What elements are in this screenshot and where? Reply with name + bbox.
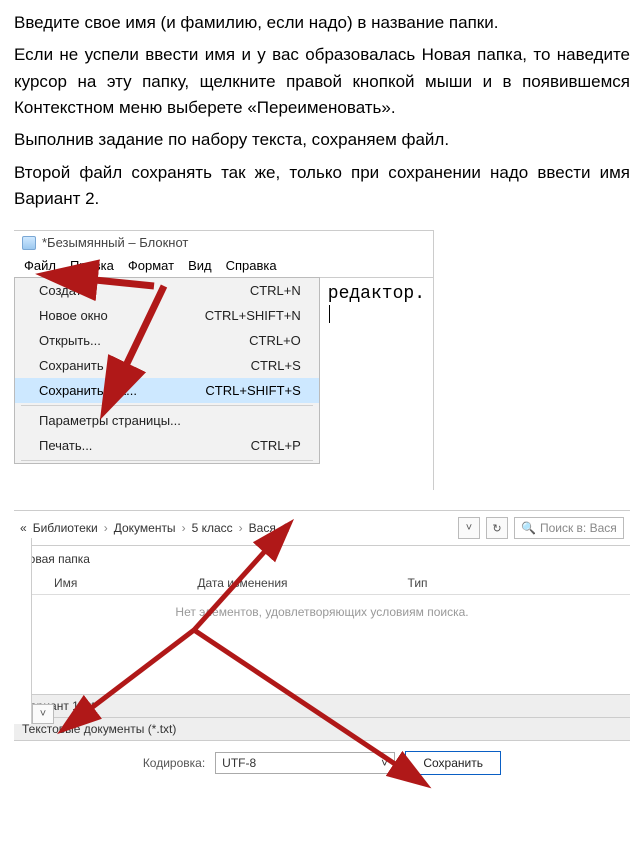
filetype-field[interactable]: Текстовые документы (*.txt) xyxy=(14,718,630,741)
crumb-docs[interactable]: Документы xyxy=(114,521,176,535)
menu-item-open[interactable]: Открыть... CTRL+O xyxy=(15,328,319,353)
menu-item-accel: CTRL+SHIFT+N xyxy=(205,308,301,323)
menu-view[interactable]: Вид xyxy=(188,258,212,273)
chevron-down-icon: ˅ xyxy=(381,756,388,770)
breadcrumb[interactable]: « Библиотеки › Документы › 5 класс › Вася_1 xyxy=(20,521,289,535)
para-2: Если не успели ввести имя и у вас образо… xyxy=(14,42,630,121)
address-bar: « Библиотеки › Документы › 5 класс › Вася_1… xyxy=(14,510,630,546)
menu-item-label: Параметры страницы... xyxy=(39,413,181,428)
menu-item-newwin[interactable]: Новое окно CTRL+SHIFT+N xyxy=(15,303,319,328)
menubar: Файл Правка Формат Вид Справка xyxy=(14,254,433,277)
navigation-sidebar[interactable] xyxy=(14,538,32,724)
menu-separator xyxy=(21,460,313,461)
encoding-value: UTF-8 xyxy=(222,756,256,770)
menu-item-accel: CTRL+SHIFT+S xyxy=(205,383,300,398)
menu-item-pagesetup[interactable]: Параметры страницы... xyxy=(15,408,319,433)
chevron-right-icon: › xyxy=(239,521,243,535)
chevron-right-icon: › xyxy=(182,521,186,535)
crumb-dropdown-button[interactable]: ˅ xyxy=(458,517,480,539)
crumb-libs[interactable]: Библиотеки xyxy=(33,521,98,535)
instruction-text: Введите свое имя (и фамилию, если надо) … xyxy=(14,10,630,212)
para-3: Выполнив задание по набору текста, сохра… xyxy=(14,127,630,153)
refresh-button[interactable]: ↻ xyxy=(486,517,508,539)
menu-help[interactable]: Справка xyxy=(226,258,277,273)
toolbar-newfolder[interactable]: Новая папка xyxy=(14,546,630,572)
col-name[interactable]: Имя xyxy=(54,576,77,590)
menu-separator xyxy=(21,405,313,406)
menu-item-accel: CTRL+N xyxy=(250,283,301,298)
menu-item-accel: CTRL+P xyxy=(251,438,301,453)
menu-file[interactable]: Файл xyxy=(24,258,56,273)
filename-field[interactable]: Вариант 1.txt xyxy=(14,695,630,718)
crumb-prefix: « xyxy=(20,521,27,535)
menu-item-saveas[interactable]: Сохранить как... CTRL+SHIFT+S xyxy=(15,378,319,403)
menu-item-label: Создать xyxy=(39,283,88,298)
menu-item-label: Сохранить как... xyxy=(39,383,137,398)
menu-item-label: Новое окно xyxy=(39,308,108,323)
crumb-class[interactable]: 5 класс xyxy=(192,521,233,535)
encoding-label: Кодировка: xyxy=(143,756,205,770)
notepad-icon xyxy=(22,236,36,250)
menu-item-create[interactable]: Создать CTRL+N xyxy=(15,278,319,303)
sidebar-collapse-button[interactable]: ˅ xyxy=(32,704,54,724)
col-type[interactable]: Тип xyxy=(408,576,428,590)
menu-format[interactable]: Формат xyxy=(128,258,174,273)
menu-item-accel: CTRL+S xyxy=(251,358,301,373)
window-title: *Безымянный – Блокнот xyxy=(42,235,188,250)
menu-item-label: Печать... xyxy=(39,438,92,453)
chevron-right-icon: › xyxy=(104,521,108,535)
column-headers[interactable]: Имя Дата изменения Тип xyxy=(14,572,630,595)
menu-edit[interactable]: Правка xyxy=(70,258,114,273)
menu-item-label: Сохранить xyxy=(39,358,104,373)
text-cursor xyxy=(329,305,330,323)
menu-item-accel: CTRL+O xyxy=(249,333,301,348)
search-input[interactable]: 🔍 Поиск в: Вася xyxy=(514,517,624,539)
notepad-screenshot: *Безымянный – Блокнот Файл Правка Формат… xyxy=(14,230,434,490)
search-icon: 🔍 xyxy=(521,521,536,535)
editor-textarea[interactable]: редактор. xyxy=(320,277,433,464)
menu-item-save[interactable]: Сохранить CTRL+S xyxy=(15,353,319,378)
encoding-select[interactable]: UTF-8 ˅ xyxy=(215,752,395,774)
file-list-empty: Нет элементов, удовлетворяющих условиям … xyxy=(14,595,630,695)
dialog-bottom-bar: Кодировка: UTF-8 ˅ Сохранить xyxy=(14,741,630,779)
save-button[interactable]: Сохранить xyxy=(405,751,501,775)
file-dropdown: Создать CTRL+N Новое окно CTRL+SHIFT+N О… xyxy=(14,277,320,464)
editor-content: редактор. xyxy=(328,284,425,304)
col-date[interactable]: Дата изменения xyxy=(197,576,287,590)
para-4: Второй файл сохранять так же, только при… xyxy=(14,160,630,213)
menu-item-print[interactable]: Печать... CTRL+P xyxy=(15,433,319,458)
save-dialog-screenshot: « Библиотеки › Документы › 5 класс › Вася_1… xyxy=(14,510,630,810)
menu-item-label: Открыть... xyxy=(39,333,101,348)
para-1: Введите свое имя (и фамилию, если надо) … xyxy=(14,10,630,36)
window-titlebar: *Безымянный – Блокнот xyxy=(14,231,433,254)
search-placeholder: Поиск в: Вася xyxy=(540,521,617,535)
crumb-user[interactable]: Вася_1 xyxy=(249,521,290,535)
